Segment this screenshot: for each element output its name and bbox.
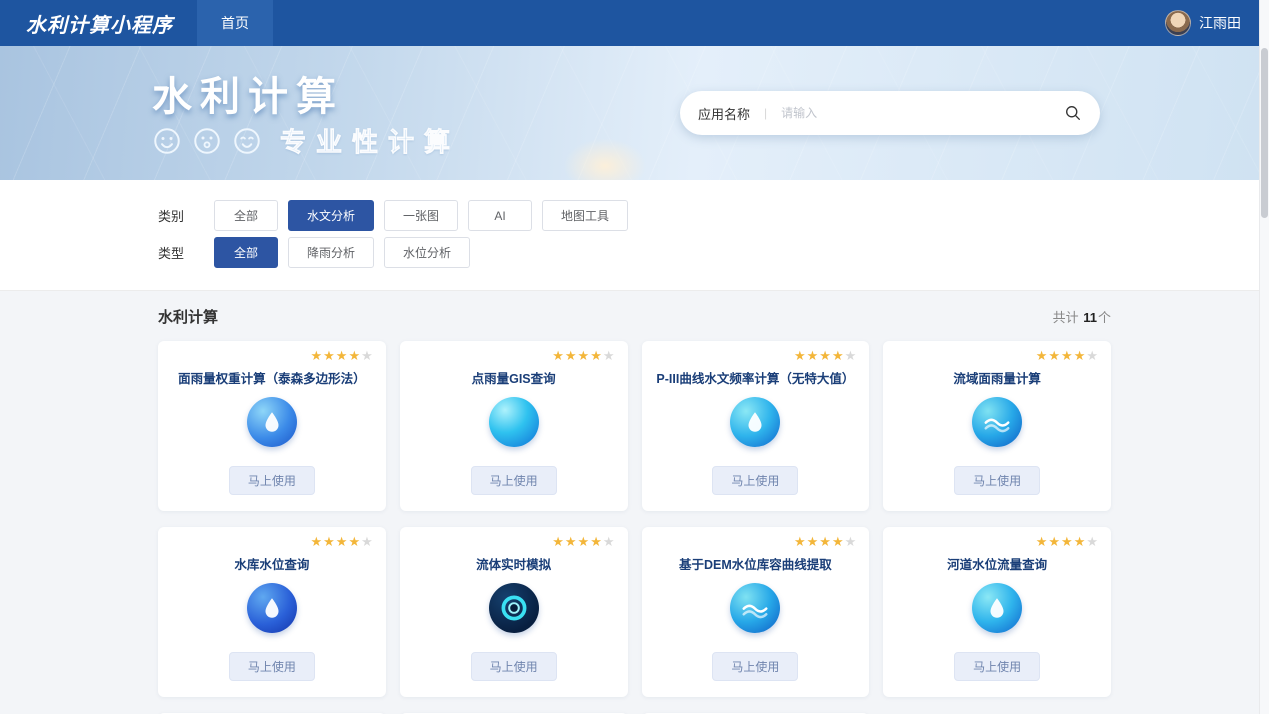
app-icon xyxy=(489,397,539,447)
app-card[interactable]: ★★★★★流体实时模拟马上使用 xyxy=(400,527,628,697)
hero-subtitle: 专业性计算 xyxy=(280,122,460,159)
search-icon[interactable] xyxy=(1064,104,1082,122)
tab-home[interactable]: 首页 xyxy=(197,0,273,46)
category-buttons: 全部水文分析一张图 AI 地图工具 xyxy=(214,200,628,231)
app-card[interactable]: ★★★★★水库水位查询马上使用 xyxy=(158,527,386,697)
use-button[interactable]: 马上使用 xyxy=(229,652,315,681)
rating-stars: ★★★★★ xyxy=(794,535,857,548)
app-icon xyxy=(730,583,780,633)
search-bar: 应用名称 | xyxy=(680,91,1100,135)
use-button[interactable]: 马上使用 xyxy=(712,652,798,681)
app-grid: ★★★★★ 面雨量权重计算（泰森多边形法） 马上使用 ★★★★★ 点雨量GIS查询马上使… xyxy=(158,341,1111,714)
app-title: 水库水位查询 xyxy=(234,554,309,573)
app-card[interactable]: ★★★★★ 流域面雨量计算马上使用 xyxy=(883,341,1111,511)
user-avatar xyxy=(1165,10,1191,36)
category-label: 类别 xyxy=(158,206,214,225)
use-button[interactable]: 马上使用 xyxy=(954,466,1040,495)
use-button[interactable]: 马上使用 xyxy=(471,652,557,681)
type-filter-0[interactable]: 全部 xyxy=(214,237,278,268)
category-filter-4[interactable]: 地图工具 xyxy=(542,200,628,231)
rating-stars: ★★★★★ xyxy=(1036,349,1099,362)
app-icon xyxy=(972,397,1022,447)
search-input[interactable] xyxy=(781,106,1064,120)
hero-banner: 水利计算 专业性计算 应用名称 | xyxy=(0,46,1269,180)
rating-stars: ★★★★★ xyxy=(794,349,857,362)
category-filter-2[interactable]: 一张图 xyxy=(384,200,458,231)
app-title: P-III曲线水文频率计算（无特大值） xyxy=(656,368,854,387)
brand-logo: 水利计算小程序 xyxy=(0,9,197,38)
type-filter-row: 类型 全部降雨分析水位分析 xyxy=(158,237,1111,268)
rating-stars: ★★★★★ xyxy=(552,535,615,548)
app-title: 面雨量权重计算（泰森多边形法） xyxy=(178,368,366,387)
app-card[interactable]: ★★★★★ 面雨量权重计算（泰森多边形法） 马上使用 xyxy=(158,341,386,511)
scrollbar[interactable] xyxy=(1259,0,1269,714)
rating-stars: ★★★★★ xyxy=(310,349,373,362)
user-name: 江雨田 xyxy=(1199,13,1241,33)
app-title: 点雨量GIS查询 xyxy=(472,368,556,387)
app-title: 基于DEM水位库容曲线提取 xyxy=(679,554,832,573)
app-window: 水利计算小程序 首页 江雨田 水利计算 专业性计算 xyxy=(0,0,1269,714)
category-filter-0[interactable]: 全部 xyxy=(214,200,278,231)
category-filter-row: 类别 全部水文分析一张图 AI 地图工具 xyxy=(158,200,1111,231)
total-count: 共计 11个 xyxy=(1053,307,1111,326)
type-label: 类型 xyxy=(158,243,214,262)
app-card[interactable]: ★★★★★ 河道水位流量查询马上使用 xyxy=(883,527,1111,697)
section-header: 水利计算 共计 11个 xyxy=(158,306,1111,327)
type-filter-1[interactable]: 降雨分析 xyxy=(288,237,374,268)
type-filter-2[interactable]: 水位分析 xyxy=(384,237,470,268)
scrollbar-thumb[interactable] xyxy=(1261,48,1268,218)
app-icon xyxy=(972,583,1022,633)
smiley-icon xyxy=(192,126,222,156)
app-card[interactable]: ★★★★★ P-III曲线水文频率计算（无特大值） 马上使用 xyxy=(642,341,870,511)
use-button[interactable]: 马上使用 xyxy=(229,466,315,495)
top-navbar: 水利计算小程序 首页 江雨田 xyxy=(0,0,1269,46)
rating-stars: ★★★★★ xyxy=(552,349,615,362)
hero-subtitle-row: 专业性计算 xyxy=(152,122,460,159)
app-icon xyxy=(489,583,539,633)
app-icon xyxy=(247,397,297,447)
app-card[interactable]: ★★★★★ 点雨量GIS查询马上使用 xyxy=(400,341,628,511)
main-content: 水利计算 共计 11个 ★★★★★面雨量权重计算（泰森多边形法）马上使用★★★★… xyxy=(0,290,1269,714)
rating-stars: ★★★★★ xyxy=(310,535,373,548)
app-icon xyxy=(247,583,297,633)
category-filter-1[interactable]: 水文分析 xyxy=(288,200,374,231)
category-filter-3[interactable]: AI xyxy=(468,200,532,231)
app-title: 河道水位流量查询 xyxy=(947,554,1047,573)
search-category-label[interactable]: 应用名称 xyxy=(698,104,750,123)
use-button[interactable]: 马上使用 xyxy=(954,652,1040,681)
use-button[interactable]: 马上使用 xyxy=(712,466,798,495)
user-menu[interactable]: 江雨田 xyxy=(1165,10,1241,36)
app-title: 流体实时模拟 xyxy=(476,554,551,573)
use-button[interactable]: 马上使用 xyxy=(471,466,557,495)
search-divider: | xyxy=(764,106,767,120)
type-buttons: 全部降雨分析水位分析 xyxy=(214,237,470,268)
section-title: 水利计算 xyxy=(158,306,218,327)
smiley-icon xyxy=(152,126,182,156)
smiley-icon xyxy=(232,126,262,156)
app-icon xyxy=(730,397,780,447)
rating-stars: ★★★★★ xyxy=(1036,535,1099,548)
hero-title: 水利计算 xyxy=(152,64,344,122)
app-card[interactable]: ★★★★★ 基于DEM水位库容曲线提取马上使用 xyxy=(642,527,870,697)
app-title: 流域面雨量计算 xyxy=(953,368,1041,387)
filter-panel: 类别 全部水文分析一张图 AI 地图工具 类型 全部降雨分析水位分析 xyxy=(0,180,1269,290)
